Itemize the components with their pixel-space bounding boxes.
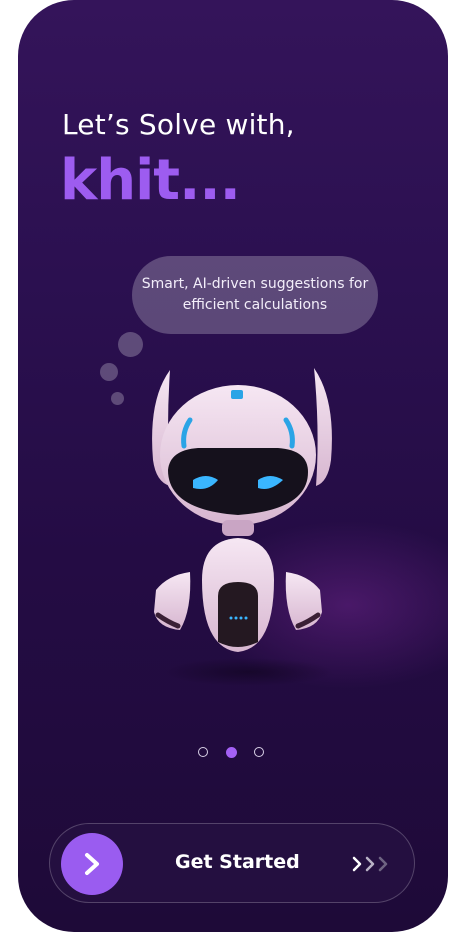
page-indicator bbox=[198, 747, 268, 759]
onboarding-screen: Let’s Solve with, khit... Smart, AI-driv… bbox=[18, 0, 448, 932]
headline: Let’s Solve with, bbox=[62, 108, 295, 141]
brand-name: khit... bbox=[60, 148, 241, 213]
triple-chevron-icon bbox=[352, 856, 388, 872]
speech-bubble: Smart, AI-driven suggestions for efficie… bbox=[132, 256, 378, 334]
thought-dot-medium bbox=[100, 363, 118, 381]
page-dot-3[interactable] bbox=[254, 747, 264, 757]
robot-mascot bbox=[152, 368, 333, 686]
get-started-label: Get Started bbox=[175, 851, 300, 873]
robot-chest-screen bbox=[218, 582, 258, 647]
cta-arrow-button[interactable] bbox=[61, 833, 123, 895]
speech-bubble-text: Smart, AI-driven suggestions for efficie… bbox=[141, 276, 369, 313]
page-dot-2[interactable] bbox=[226, 747, 237, 758]
thought-dot-large bbox=[118, 332, 143, 357]
get-started-button[interactable]: Get Started bbox=[49, 823, 415, 903]
page-dot-1[interactable] bbox=[198, 747, 208, 757]
chevron-right-icon bbox=[85, 853, 99, 875]
robot-right-ear bbox=[314, 368, 332, 486]
robot-shadow bbox=[163, 658, 333, 686]
